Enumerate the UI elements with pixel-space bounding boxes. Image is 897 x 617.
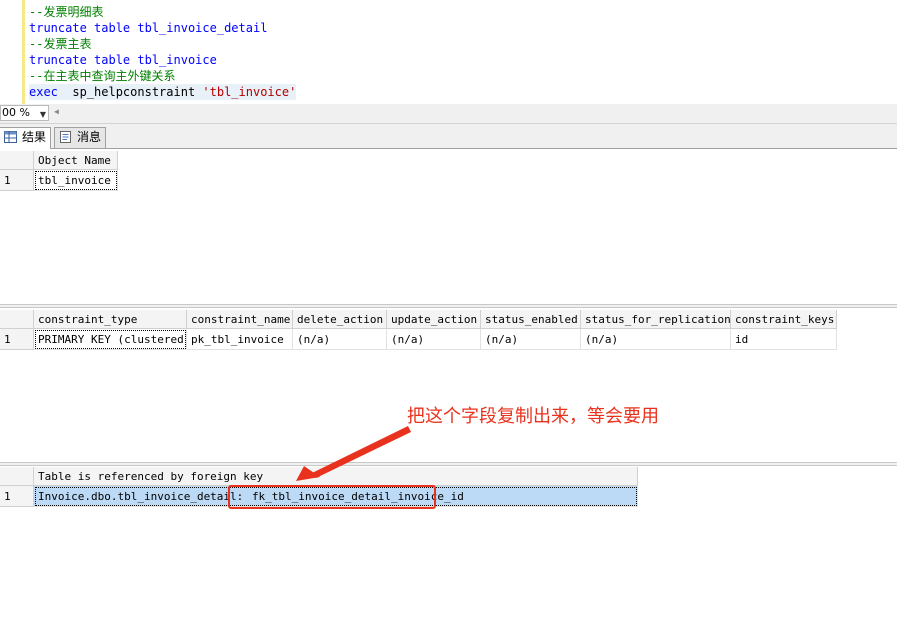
code-token: 'tbl_invoice' bbox=[202, 85, 297, 99]
result-grid-3[interactable]: Table is referenced by foreign key 1 Inv… bbox=[0, 466, 897, 617]
column-header-constraint-name[interactable]: constraint_name bbox=[187, 310, 293, 329]
grid-corner[interactable] bbox=[0, 310, 34, 329]
column-header-constraint-keys[interactable]: constraint_keys bbox=[731, 310, 837, 329]
annotation-highlight-box bbox=[228, 485, 436, 509]
column-header-status-for-replication[interactable]: status_for_replication bbox=[581, 310, 731, 329]
zoom-select[interactable]: 00 % ▼ bbox=[0, 105, 49, 121]
code-token: sp_helpconstraint bbox=[57, 85, 203, 99]
code-line[interactable]: --发票明细表 bbox=[29, 4, 103, 20]
column-header-status-enabled[interactable]: status_enabled bbox=[481, 310, 581, 329]
code-token: truncate table bbox=[29, 53, 138, 67]
result-grid-2[interactable]: constraint_type constraint_name delete_a… bbox=[0, 308, 897, 462]
tab-messages[interactable]: 消息 bbox=[54, 127, 106, 148]
grid-cell-constraint-type[interactable]: PRIMARY KEY (clustered) bbox=[34, 329, 187, 350]
code-token: tbl_invoice_detail bbox=[137, 21, 268, 35]
code-token: exec bbox=[29, 85, 58, 99]
code-token: --在主表中查询主外键关系 bbox=[29, 69, 176, 83]
code-token: truncate table bbox=[29, 21, 138, 35]
message-icon bbox=[60, 131, 71, 143]
grid-cell-status-for-replication[interactable]: (n/a) bbox=[581, 329, 731, 350]
cell-text-table-ref: Invoice.dbo.tbl_invoice_detail: bbox=[38, 490, 244, 503]
tab-results[interactable]: 结果 bbox=[0, 127, 51, 149]
code-token: --发票明细表 bbox=[29, 5, 104, 19]
code-line[interactable]: exec sp_helpconstraint 'tbl_invoice' bbox=[29, 84, 297, 100]
grid-cell-constraint-name[interactable]: pk_tbl_invoice bbox=[187, 329, 293, 350]
grid-cell-constraint-keys[interactable]: id bbox=[731, 329, 837, 350]
tab-results-label: 结果 bbox=[22, 130, 47, 144]
code-line[interactable]: --发票主表 bbox=[29, 36, 91, 52]
chevron-down-icon[interactable]: ▼ bbox=[40, 108, 46, 122]
grid-icon bbox=[4, 131, 17, 143]
grid-cell-update-action[interactable]: (n/a) bbox=[387, 329, 481, 350]
code-token: tbl_invoice bbox=[137, 53, 217, 67]
result-grid-1[interactable]: Object Name 1 tbl_invoice bbox=[0, 149, 897, 304]
zoom-bar: 00 % ▼ ◀ bbox=[0, 104, 897, 124]
row-number[interactable]: 1 bbox=[0, 329, 34, 350]
annotation-text: 把这个字段复制出来，等会要用 bbox=[407, 406, 659, 427]
query-editor[interactable]: --发票明细表 truncate table tbl_invoice_detail… bbox=[0, 0, 897, 104]
column-header-object-name[interactable]: Object Name bbox=[34, 151, 118, 170]
change-tracking-bar bbox=[22, 0, 25, 104]
column-header-constraint-type[interactable]: constraint_type bbox=[34, 310, 187, 329]
code-line[interactable]: truncate table tbl_invoice_detail bbox=[29, 20, 267, 36]
row-number[interactable]: 1 bbox=[0, 486, 34, 507]
column-header-delete-action[interactable]: delete_action bbox=[293, 310, 387, 329]
column-header-referenced-by[interactable]: Table is referenced by foreign key bbox=[34, 467, 638, 486]
grid-corner[interactable] bbox=[0, 151, 34, 170]
column-header-update-action[interactable]: update_action bbox=[387, 310, 481, 329]
code-token: --发票主表 bbox=[29, 37, 92, 51]
code-line[interactable]: --在主表中查询主外键关系 bbox=[29, 68, 175, 84]
scroll-left-icon[interactable]: ◀ bbox=[54, 107, 59, 116]
zoom-value: 00 % bbox=[2, 106, 30, 119]
row-number[interactable]: 1 bbox=[0, 170, 34, 191]
grid-cell-status-enabled[interactable]: (n/a) bbox=[481, 329, 581, 350]
code-line[interactable]: truncate table tbl_invoice bbox=[29, 52, 217, 68]
grid-corner[interactable] bbox=[0, 467, 34, 486]
results-tabbar: 结果 消息 bbox=[0, 124, 897, 149]
tab-messages-label: 消息 bbox=[77, 130, 102, 144]
grid-cell-delete-action[interactable]: (n/a) bbox=[293, 329, 387, 350]
grid-cell-object-name[interactable]: tbl_invoice bbox=[34, 170, 118, 191]
